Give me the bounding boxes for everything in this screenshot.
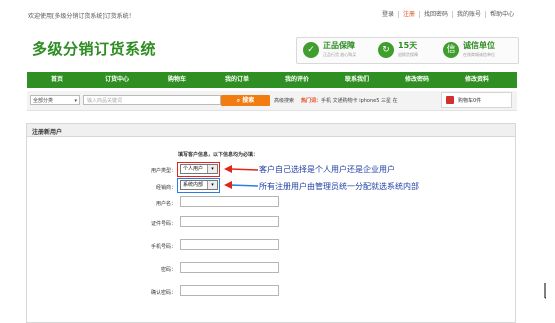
hot-words: 热门词：手机 文通购物卡 iphone5 三星 在 <box>301 98 398 104</box>
search-icon: ⌕ <box>236 97 241 104</box>
chevron-down-icon: ▾ <box>207 165 217 173</box>
search-input[interactable]: 输入商品关键词 <box>83 95 221 105</box>
register-link[interactable]: 注册 <box>398 11 419 18</box>
nav-edit-profile[interactable]: 修改资料 <box>447 72 507 88</box>
site-logo[interactable]: 多级分销订货系统 <box>32 38 156 59</box>
hot-words-list[interactable]: 手机 文通购物卡 iphone5 三星 在 <box>321 98 398 104</box>
login-link[interactable]: 登录 <box>378 11 398 18</box>
trust-badge-icon: 信 <box>443 42 459 58</box>
password-label: 密码： <box>160 267 176 273</box>
nav-home[interactable]: 首页 <box>27 72 87 88</box>
blue-arrow-icon <box>229 184 259 187</box>
red-arrow-icon <box>229 168 259 171</box>
red-arrowhead-icon <box>224 165 232 173</box>
refresh-icon: ↻ <box>378 42 394 58</box>
feature-trust: 信 诚信单位 在线商城诚信单位 <box>443 41 515 60</box>
dealer-select[interactable]: 系统内部 ▾ <box>180 180 218 190</box>
confirm-password-field[interactable] <box>180 285 279 296</box>
chevron-down-icon: ▾ <box>207 181 217 189</box>
username-label: 用户名： <box>155 201 176 207</box>
password-field[interactable] <box>180 262 279 273</box>
panel-header: 注册新用户 <box>26 123 516 137</box>
phone-label: 手机号码： <box>150 244 176 250</box>
cart-icon <box>446 96 454 104</box>
id-number-label: 证件号码： <box>150 221 176 227</box>
form-hint: 填写客户信息，以下信息均为必填： <box>178 152 259 158</box>
user-type-label: 用户类型： <box>150 168 176 174</box>
nav-change-password[interactable]: 修改密码 <box>387 72 447 88</box>
help-center-link[interactable]: 帮助中心 <box>485 11 518 18</box>
recover-password-link[interactable]: 找回密码 <box>419 11 452 18</box>
main-nav: 首页 订货中心 购物车 我的订单 我的评价 联系我们 修改密码 修改资料 <box>27 72 517 88</box>
my-account-link[interactable]: 我的账号 <box>452 11 485 18</box>
user-type-select[interactable]: 个人用户 ▾ <box>180 164 218 174</box>
feature-return: ↻ 15天 退换货保障 <box>378 41 438 60</box>
advanced-search-link[interactable]: 高级搜索 <box>274 97 294 104</box>
search-bar: 全部分类 ▾ 输入商品关键词 ⌕ 搜索 高级搜索 热门词：手机 文通购物卡 ip… <box>27 91 517 111</box>
id-number-field[interactable] <box>180 216 279 227</box>
nav-my-reviews[interactable]: 我的评价 <box>267 72 327 88</box>
username-field[interactable] <box>180 196 279 207</box>
nav-contact[interactable]: 联系我们 <box>327 72 387 88</box>
dealer-label: 经销商： <box>155 185 176 191</box>
annotation-note-user-type: 客户自己选择是个人用户还是企业用户 <box>259 165 395 174</box>
cart-button[interactable]: 购物车0件 <box>441 92 512 108</box>
nav-order-center[interactable]: 订货中心 <box>87 72 147 88</box>
category-select[interactable]: 全部分类 ▾ <box>30 95 80 105</box>
welcome-text: 欢迎使用[多级分销订货系统]订货系统！ <box>28 13 135 20</box>
text-cursor-icon <box>544 283 546 299</box>
arrowhead-icon <box>224 181 232 189</box>
search-button[interactable]: ⌕ 搜索 <box>221 95 270 106</box>
annotation-note-dealer: 所有注册用户由管理员统一分配就选系统内部 <box>259 182 419 191</box>
phone-field[interactable] <box>180 239 279 250</box>
feature-genuine: ✓ 正品保障 正品行货 放心购买 <box>303 41 373 60</box>
check-shield-icon: ✓ <box>303 42 319 58</box>
feature-badges: ✓ 正品保障 正品行货 放心购买 ↻ 15天 退换货保障 信 诚信单位 在线商城… <box>296 37 519 64</box>
nav-cart[interactable]: 购物车 <box>147 72 207 88</box>
chevron-down-icon: ▾ <box>74 98 77 104</box>
confirm-password-label: 确认密码： <box>150 290 176 296</box>
nav-my-orders[interactable]: 我的订单 <box>207 72 267 88</box>
top-links: 登录 注册 找回密码 我的账号 帮助中心 <box>378 11 518 18</box>
panel-title: 注册新用户 <box>32 129 63 136</box>
annotation-arrows <box>224 165 259 189</box>
top-bar: 欢迎使用[多级分销订货系统]订货系统！ 登录 注册 找回密码 我的账号 帮助中心 <box>0 0 555 22</box>
